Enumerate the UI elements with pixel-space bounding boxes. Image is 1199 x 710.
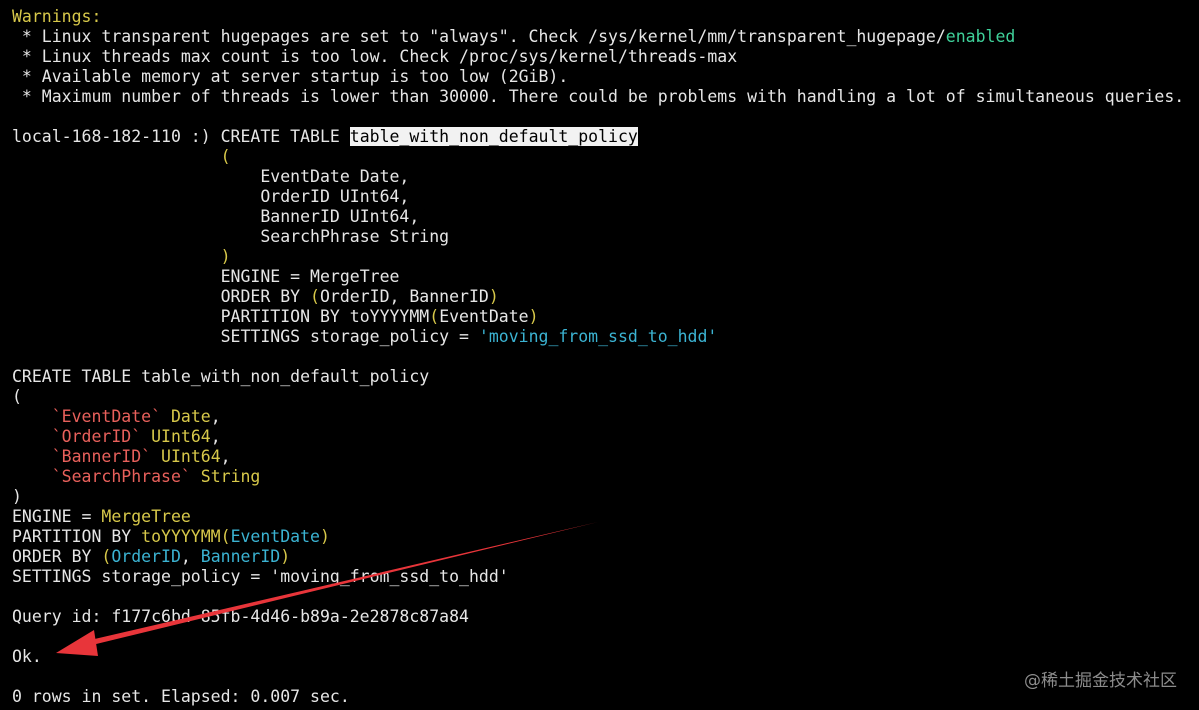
formatted-engine-line: ENGINE = MergeTree <box>12 507 191 526</box>
query-input-first-line: local-168-182-110 :) CREATE TABLE table_… <box>12 127 638 147</box>
warnings-header: Warnings: <box>12 7 102 26</box>
query-order-line: ORDER BY (OrderID, BannerID) <box>220 287 499 306</box>
terminal-window[interactable]: Warnings: * Linux transparent hugepages … <box>0 0 1199 710</box>
settings-string-literal: 'moving_from_ssd_to_hdd' <box>478 327 718 346</box>
prompt: local-168-182-110 :) <box>12 127 221 146</box>
elapsed-summary: 0 rows in set. Elapsed: 0.007 sec. <box>12 687 350 706</box>
formatted-column-line: `EventDate` Date, <box>51 407 221 426</box>
watermark-text: @稀土掘金技术社区 <box>1024 671 1177 691</box>
formatted-column-line: `SearchPhrase` String <box>51 467 261 486</box>
formatted-column-line: `OrderID` UInt64, <box>51 427 221 446</box>
ok-status: Ok. <box>12 647 42 666</box>
query-column-line: OrderID UInt64, <box>220 187 410 206</box>
formatted-settings-line: SETTINGS storage_policy = 'moving_from_s… <box>12 567 509 586</box>
query-column-line: SearchPhrase String <box>220 227 450 246</box>
create-keyword: CREATE TABLE <box>220 127 350 146</box>
formatted-close-paren: ) <box>12 487 22 506</box>
selected-table-name[interactable]: table_with_non_default_policy <box>349 127 638 146</box>
warning-text: * Linux transparent hugepages are set to… <box>12 27 946 46</box>
formatted-create-line: CREATE TABLE table_with_non_default_poli… <box>12 367 430 386</box>
query-close-paren: ) <box>220 247 231 266</box>
query-open-paren: ( <box>220 147 231 166</box>
query-column-line: BannerID UInt64, <box>220 207 420 226</box>
formatted-order-line: ORDER BY (OrderID, BannerID) <box>12 547 291 566</box>
warning-line: * Available memory at server startup is … <box>12 67 569 86</box>
formatted-open-paren: ( <box>12 387 22 406</box>
query-id-line: Query id: f177c6bd-85fb-4d46-b89a-2e2878… <box>12 607 469 626</box>
warning-path-highlight: enabled <box>945 27 1016 46</box>
formatted-partition-line: PARTITION BY toYYYYMM(EventDate) <box>12 527 330 546</box>
query-engine-line: ENGINE = MergeTree <box>220 267 400 286</box>
query-column-line: EventDate Date, <box>220 167 410 186</box>
warning-line: * Linux transparent hugepages are set to… <box>12 27 1015 47</box>
warning-line: * Linux threads max count is too low. Ch… <box>12 47 738 66</box>
query-settings-line: SETTINGS storage_policy = 'moving_from_s… <box>220 327 718 346</box>
warning-line: * Maximum number of threads is lower tha… <box>12 87 1185 106</box>
query-partition-line: PARTITION BY toYYYYMM(EventDate) <box>220 307 539 326</box>
formatted-column-line: `BannerID` UInt64, <box>51 447 231 466</box>
